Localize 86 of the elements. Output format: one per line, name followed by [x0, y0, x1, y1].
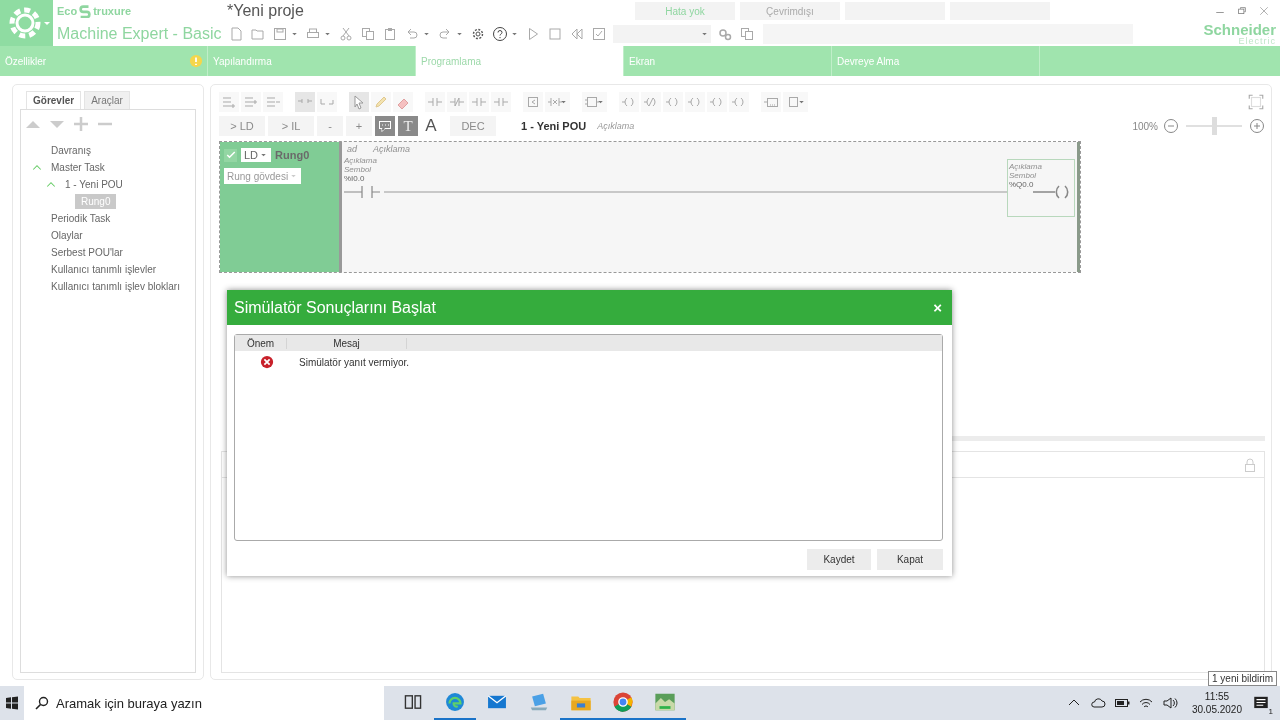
column-header: Önem [235, 337, 287, 349]
toolbar-button[interactable]: + [346, 116, 372, 136]
zoom-value: 100% [1132, 120, 1158, 132]
brand-text: truxure [93, 5, 132, 17]
s-logo-icon [78, 4, 93, 18]
language-dropdown[interactable]: LD [241, 148, 272, 162]
comment-hint: Açıklama [344, 156, 378, 165]
toolbar-button[interactable]: DEC [450, 116, 496, 136]
copy-icon[interactable] [738, 26, 755, 42]
symbol-hint: Sembol [1009, 171, 1038, 180]
search-field[interactable]: Aramak için buraya yazın [24, 686, 384, 720]
toolbar-button[interactable]: - [317, 116, 343, 136]
pou-comment: Açıklama [597, 121, 635, 131]
checkbox[interactable] [224, 148, 237, 162]
copy-icon[interactable] [359, 26, 376, 42]
zoom-in-icon[interactable] [1249, 118, 1265, 134]
tree-item[interactable]: 1 - Yeni POU [61, 178, 127, 191]
cut-icon[interactable] [337, 26, 354, 42]
add-icon[interactable] [73, 116, 89, 132]
add-rung-icon[interactable] [221, 94, 237, 110]
app-logo [0, 0, 53, 46]
browser-icon[interactable] [612, 691, 634, 713]
tree-item[interactable]: Davranış [47, 144, 95, 157]
stop-icon[interactable] [546, 26, 563, 42]
contact-symbol[interactable] [344, 185, 380, 199]
app-icon[interactable] [654, 691, 676, 713]
dialog-button[interactable]: Kapat [877, 549, 943, 570]
panel-tab[interactable]: Araçlar [84, 91, 130, 109]
help-icon[interactable] [491, 26, 508, 42]
lock-icon[interactable] [1242, 456, 1258, 473]
tree-item[interactable]: Periodik Task [47, 212, 115, 225]
clock-date[interactable]: 30.05.2020 [1191, 703, 1242, 717]
pou-title: 1 - Yeni POU [521, 120, 587, 132]
tree-item[interactable]: Kullanıcı tanımlı işlevler [47, 263, 161, 276]
pencil-icon[interactable] [373, 94, 389, 110]
comment-hint: Açıklama [1009, 162, 1043, 171]
name-hint: ad [347, 144, 357, 154]
vendor-logo-text: Electric [1238, 37, 1276, 46]
start-icon[interactable] [4, 695, 20, 711]
gears-icon[interactable] [716, 26, 733, 42]
volume-icon[interactable] [1161, 695, 1178, 711]
toolbar-button[interactable]: > IL [268, 116, 314, 136]
clock-time[interactable]: 11:55 [1204, 689, 1230, 703]
panel-tab[interactable]: Görevler [26, 91, 82, 109]
text-toggle-button[interactable]: T [398, 116, 418, 136]
search-icon [34, 695, 50, 711]
delete-rung-icon[interactable] [265, 94, 281, 110]
toolbar-button[interactable]: > LD [219, 116, 265, 136]
rung-body-dropdown[interactable]: Rung gövdesi [224, 168, 302, 184]
status-field: Hata yok [635, 2, 735, 20]
brand-text: Eco [57, 5, 78, 17]
open-folder-icon[interactable] [249, 26, 266, 42]
coil-box[interactable]: Açıklama Sembol %Q0.0 [1007, 159, 1075, 217]
close-icon[interactable] [1258, 5, 1270, 17]
coil-address: %Q0.0 [1009, 180, 1035, 189]
insert-rung-icon[interactable] [243, 94, 259, 110]
fullscreen-icon[interactable] [1247, 93, 1265, 111]
comment-toggle-icon[interactable] [375, 116, 395, 136]
table-cell: Simülatör yanıt vermiyor. [299, 356, 410, 368]
tree-item[interactable]: Master Task [47, 161, 109, 174]
symbol-hint: Sembol [344, 165, 373, 174]
contact-address: %I0.0 [344, 174, 366, 183]
column-header: Mesaj [287, 337, 407, 349]
zoom-out-icon[interactable] [1163, 118, 1179, 134]
status-field: Çevrimdışı [740, 2, 840, 20]
vendor-logo-text: Schneider [1203, 22, 1276, 37]
comment-hint: Açıklama [373, 144, 411, 154]
tree-item[interactable]: Serbest POU'lar [47, 246, 127, 259]
laptop-icon[interactable] [528, 691, 550, 713]
tree-item[interactable]: Olaylar [47, 229, 87, 242]
save-icon[interactable] [271, 26, 288, 42]
product-name: Machine Expert - Basic [57, 25, 222, 43]
notification-count: 1 [1266, 707, 1275, 716]
browser-icon[interactable] [444, 691, 466, 713]
tree-item[interactable]: Kullanıcı tanımlı işlev blokları [47, 280, 184, 293]
rung-name: Rung0 [275, 149, 310, 161]
restore-icon[interactable] [1236, 5, 1248, 17]
dropdown-field[interactable] [612, 25, 711, 43]
function-block-icon[interactable] [584, 94, 600, 110]
checkbox-icon[interactable] [590, 26, 607, 42]
tooltip: 1 yeni bildirim [1208, 671, 1278, 686]
dialog-button[interactable]: Kaydet [807, 549, 871, 570]
dialog-title: Simülatör Sonuçlarını Başlat [234, 298, 436, 317]
cloud-icon[interactable] [1089, 695, 1106, 711]
project-title: *Yeni proje [227, 2, 304, 20]
compare-block-icon[interactable] [525, 94, 541, 110]
